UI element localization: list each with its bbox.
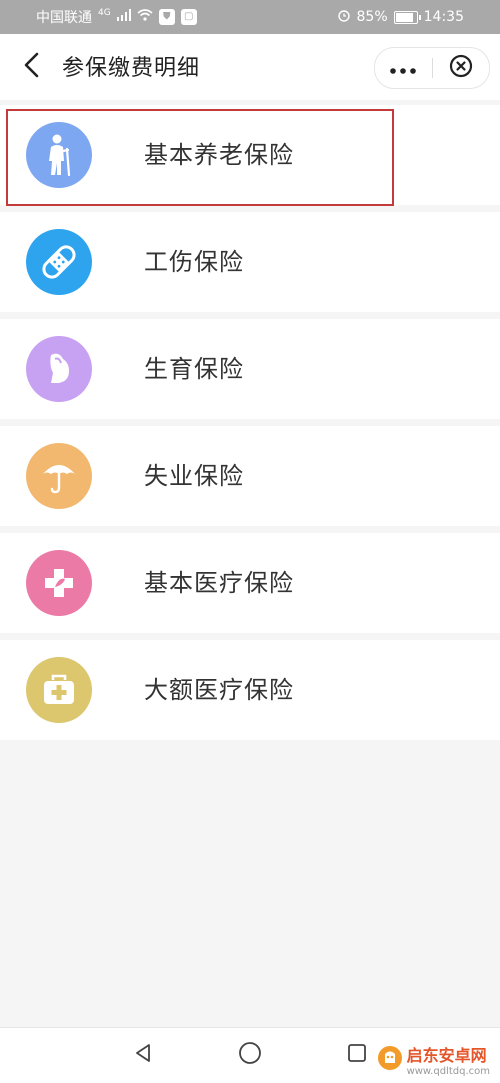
first-aid-kit-icon — [26, 657, 92, 723]
carrier-name: 中国联通 — [36, 10, 92, 26]
medical-cross-icon — [26, 550, 92, 616]
insurance-item-pension[interactable]: 基本养老保险 — [0, 105, 500, 206]
watermark-text: 启东安卓网 www.qdltdq.com — [407, 1042, 490, 1077]
page-header: 参保缴费明细 — [0, 34, 500, 100]
nav-back-button[interactable] — [130, 1042, 156, 1068]
status-left: 中国联通 4G ⛊ ▢ — [36, 0, 197, 34]
insurance-item-major-medical[interactable]: 大额医疗保险 — [0, 640, 500, 740]
insurance-item-maternity[interactable]: 生育保险 — [0, 319, 500, 419]
status-bar: 中国联通 4G ⛊ ▢ 85% 14:35 — [0, 0, 500, 34]
watermark-name: 启东安卓网 — [406, 1046, 487, 1065]
system-nav-bar: 启东安卓网 www.qdltdq.com — [0, 1027, 500, 1083]
app-notification-icon: ▢ — [180, 9, 197, 25]
pregnant-icon — [26, 336, 92, 402]
battery-icon — [393, 10, 421, 24]
insurance-item-unemployment[interactable]: 失业保险 — [0, 426, 500, 526]
clock-time: 14:35 — [423, 9, 464, 25]
nav-back-triangle-icon — [132, 1042, 154, 1068]
insurance-item-label: 大额医疗保险 — [144, 676, 294, 704]
network-type: 4G — [98, 8, 111, 18]
alarm-icon — [337, 8, 351, 26]
shield-app-icon: ⛊ — [158, 9, 175, 25]
back-button[interactable] — [16, 52, 46, 82]
bandage-icon — [26, 229, 92, 295]
watermark-logo-icon — [377, 1045, 403, 1075]
more-dots-icon — [390, 59, 417, 78]
nav-home-button[interactable] — [237, 1042, 263, 1068]
nav-recent-button[interactable] — [344, 1042, 370, 1068]
insurance-item-work-injury[interactable]: 工伤保险 — [0, 212, 500, 312]
elderly-person-icon — [26, 122, 92, 188]
close-button[interactable] — [433, 48, 490, 88]
chevron-left-icon — [22, 52, 40, 82]
signal-icon — [116, 9, 131, 25]
battery-percent: 85% — [356, 9, 388, 25]
nav-recent-square-icon — [346, 1042, 368, 1068]
watermark-url: www.qdltdq.com — [406, 1066, 490, 1077]
site-watermark: 启东安卓网 www.qdltdq.com — [370, 1040, 496, 1079]
mini-program-capsule — [374, 47, 490, 89]
close-circle-icon — [449, 54, 473, 82]
nav-home-circle-icon — [238, 1041, 262, 1069]
insurance-item-basic-medical[interactable]: 基本医疗保险 — [0, 533, 500, 633]
more-button[interactable] — [375, 48, 432, 88]
status-right: 85% 14:35 — [337, 0, 464, 34]
insurance-item-label: 失业保险 — [144, 462, 244, 490]
battery-level — [395, 12, 413, 22]
wifi-icon — [137, 9, 153, 25]
insurance-item-label: 生育保险 — [144, 355, 244, 383]
insurance-item-label: 基本养老保险 — [144, 141, 294, 169]
insurance-item-label: 工伤保险 — [144, 248, 244, 276]
insurance-item-label: 基本医疗保险 — [144, 569, 294, 597]
page-title: 参保缴费明细 — [62, 56, 201, 81]
umbrella-icon — [26, 443, 92, 509]
insurance-list: 基本养老保险 工伤保险 生育保险 失业保险 基本医疗保险 大额医疗保险 — [0, 105, 500, 747]
